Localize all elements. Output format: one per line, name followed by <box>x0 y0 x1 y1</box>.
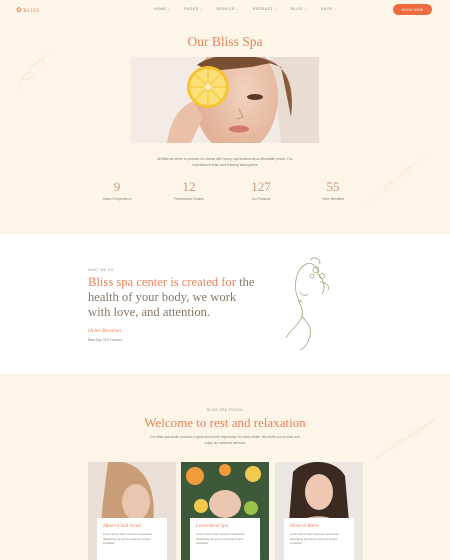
logo[interactable]: ✿BLISS <box>16 6 40 14</box>
stat-item: 127 Our Products <box>237 179 285 202</box>
nav-label: PAGES <box>184 7 199 11</box>
leaf-decoration-icon <box>364 154 426 206</box>
stats-row: 9 Years Of Experience 12 Professional Ce… <box>93 179 357 202</box>
chevron-down-icon: ⌄ <box>333 7 337 11</box>
stat-item: 9 Years Of Experience <box>93 179 141 202</box>
chevron-down-icon: ⌄ <box>274 7 278 11</box>
about-heading-part1: Bliss spa center is created for <box>88 275 236 289</box>
service-card-title: Lemonhead Spa <box>196 524 229 529</box>
hero-image <box>131 57 319 143</box>
signature-role: Bliss Spa CEO Founder <box>88 338 122 342</box>
chevron-down-icon: ⌄ <box>303 7 307 11</box>
service-card-title: Mineral Salt Scrub <box>103 524 142 529</box>
service-card[interactable]: Lemonhead Spa Lorem ipsum dolor sit amet… <box>181 462 269 560</box>
stat-item: 12 Professional Centers <box>165 179 213 202</box>
service-card[interactable]: Mineral Baths Lorem ipsum dolor sit amet… <box>275 462 363 560</box>
logo-text: BLISS <box>23 9 40 14</box>
about-section: WHAT WE DO Bliss spa center is created f… <box>0 234 450 374</box>
nav-item-home[interactable]: HOME⌄ <box>154 7 170 11</box>
stat-label: Team Members <box>322 197 344 201</box>
nav-label: PRODUCT <box>252 7 274 11</box>
stat-label: Years Of Experience <box>102 197 132 201</box>
signature-name: Helen Bowman <box>88 328 122 334</box>
stat-number: 127 <box>251 179 271 194</box>
chevron-down-icon: ⌄ <box>167 7 171 11</box>
hero-description: At Bliss we strive to provide our client… <box>157 157 293 167</box>
about-heading: Bliss spa center is created for the heal… <box>88 275 258 320</box>
hero-title: Our Bliss Spa <box>187 34 263 49</box>
service-card-title: Mineral Baths <box>290 524 319 529</box>
service-card-text: Lorem ipsum dolor sit amet consectetur a… <box>103 532 152 546</box>
about-kicker: WHAT WE DO <box>88 268 114 272</box>
welcome-section: BLISS SPA STUDIO Welcome to rest and rel… <box>0 374 450 560</box>
chevron-down-icon: ⌄ <box>235 7 239 11</box>
main-nav: HOME⌄ PAGES⌄ SERVICE⌄ PRODUCT⌄ BLOG⌄ SHO… <box>154 7 337 11</box>
service-card-box: Mineral Baths Lorem ipsum dolor sit amet… <box>284 518 354 560</box>
stat-number: 9 <box>113 179 121 194</box>
woman-lineart-icon <box>285 257 329 351</box>
stat-label: Professional Centers <box>174 197 204 201</box>
flower-logo-icon: ✿ <box>16 6 23 14</box>
service-card-text: Lorem ipsum dolor sit amet consectetur a… <box>196 532 245 546</box>
nav-label: HOME <box>154 7 167 11</box>
service-card[interactable]: Mineral Salt Scrub Lorem ipsum dolor sit… <box>88 462 176 560</box>
service-card-box: Lemonhead Spa Lorem ipsum dolor sit amet… <box>190 518 260 560</box>
nav-item-pages[interactable]: PAGES⌄ <box>184 7 202 11</box>
nav-item-blog[interactable]: BLOG⌄ <box>291 7 307 11</box>
nav-item-product[interactable]: PRODUCT⌄ <box>253 7 278 11</box>
nav-label: BLOG <box>291 7 303 11</box>
nav-label: SERVICE <box>216 7 235 11</box>
welcome-kicker: BLISS SPA STUDIO <box>206 408 244 412</box>
site-header: ✿BLISS HOME⌄ PAGES⌄ SERVICE⌄ PRODUCT⌄ BL… <box>0 0 450 20</box>
stat-number: 12 <box>182 179 196 194</box>
book-now-button[interactable]: BOOK NOW <box>393 4 432 15</box>
nav-item-service[interactable]: SERVICE⌄ <box>216 7 238 11</box>
nav-item-shop[interactable]: SHOP⌄ <box>321 7 337 11</box>
stat-label: Our Products <box>251 197 271 201</box>
welcome-description: Our bliss spa studio provides a great st… <box>150 435 300 445</box>
woman-with-lemon-image <box>131 57 319 143</box>
service-card-box: Mineral Salt Scrub Lorem ipsum dolor sit… <box>97 518 167 560</box>
stat-number: 55 <box>326 179 340 194</box>
nav-label: SHOP <box>320 7 333 11</box>
stat-item: 55 Team Members <box>309 179 357 202</box>
service-card-text: Lorem ipsum dolor sit amet consectetur a… <box>290 532 339 546</box>
chevron-down-icon: ⌄ <box>199 7 203 11</box>
welcome-title: Welcome to rest and relaxation <box>144 415 306 430</box>
